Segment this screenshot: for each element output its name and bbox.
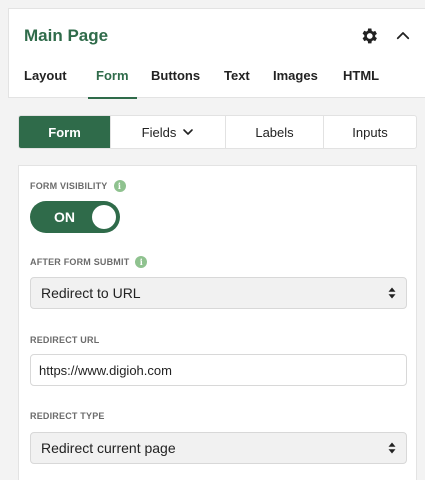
form-visibility-toggle[interactable]: ON [30,201,120,233]
subtab-fields[interactable]: Fields [111,116,226,148]
subtab-labels[interactable]: Labels [226,116,324,148]
after-submit-section: AFTER FORM SUBMIT i [30,256,148,268]
redirect-url-input[interactable] [30,354,407,386]
tab-text[interactable]: Text [224,67,250,99]
form-settings-card: FORM VISIBILITY i ON AFTER FORM SUBMIT i… [18,165,417,480]
form-subtabs: Form Fields Labels Inputs [18,115,417,149]
chevron-down-icon [183,129,194,135]
select-arrows-icon [388,287,396,299]
subtab-labels-label: Labels [255,124,294,140]
panel-header: Main Page Layout Form Buttons Text Image… [8,8,425,99]
toggle-knob [92,205,116,229]
redirect-url-label: REDIRECT URL [30,335,100,345]
subtab-inputs-label: Inputs [352,124,388,140]
main-tabs: Layout Form Buttons Text Images HTML [9,67,425,99]
subtab-form[interactable]: Form [19,116,111,148]
tab-buttons[interactable]: Buttons [151,67,200,99]
tab-layout[interactable]: Layout [24,67,67,99]
subtab-inputs[interactable]: Inputs [324,116,416,148]
after-submit-select[interactable]: Redirect to URL [30,277,407,309]
info-icon[interactable]: i [113,180,126,192]
redirect-type-section: REDIRECT TYPE [30,411,105,421]
form-visibility-label: FORM VISIBILITY [30,181,108,191]
subtab-form-label: Form [48,124,81,140]
tab-html[interactable]: HTML [343,67,379,99]
panel-title: Main Page [24,26,109,45]
after-submit-label: AFTER FORM SUBMIT [30,257,130,267]
after-submit-value: Redirect to URL [41,285,141,301]
toggle-state-label: ON [54,209,75,225]
redirect-type-label: REDIRECT TYPE [30,411,105,421]
tab-images[interactable]: Images [273,67,318,99]
gear-icon[interactable] [359,26,379,46]
select-arrows-icon [388,442,396,454]
form-visibility-section: FORM VISIBILITY i [30,180,126,192]
redirect-url-section: REDIRECT URL [30,335,99,345]
info-icon[interactable]: i [135,256,148,268]
tab-form[interactable]: Form [88,67,136,99]
subtab-fields-label: Fields [141,124,177,140]
chevron-up-icon[interactable] [394,27,412,45]
redirect-type-select[interactable]: Redirect current page [30,432,407,464]
redirect-type-value: Redirect current page [41,440,176,456]
